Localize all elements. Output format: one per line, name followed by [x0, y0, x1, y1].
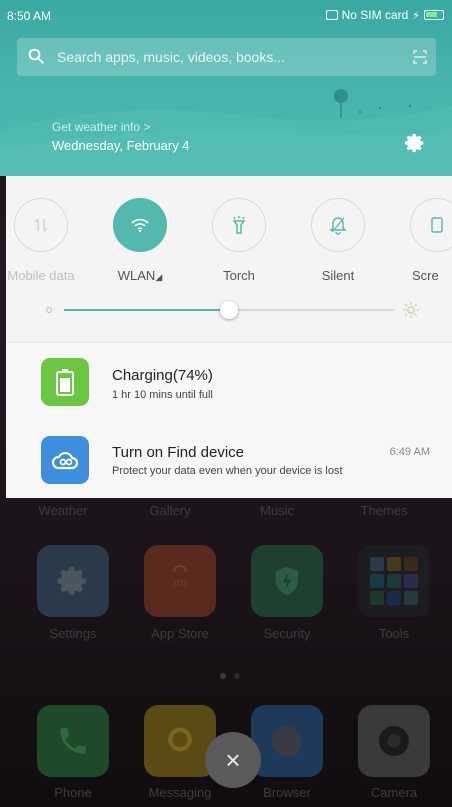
app-label-camera: Camera [370, 785, 418, 800]
notification-time: 6:49 AM [389, 446, 430, 458]
app-label-browser: Browser [263, 785, 311, 800]
status-time: 8:50 AM [7, 9, 52, 23]
notification-shade-header: 8:50 AM No SIM card ⚡ Search apps, music… [0, 0, 452, 176]
store-badge: mi [173, 575, 187, 589]
phone-icon [60, 728, 86, 754]
app-label-phone: Phone [54, 785, 92, 800]
silent-toggle-button[interactable] [311, 198, 365, 252]
brightness-fill [64, 309, 229, 311]
search-icon [28, 48, 44, 64]
date-label: Wednesday, February 4 [52, 138, 190, 153]
browser-icon [272, 726, 302, 756]
app-label-app-store: App Store [151, 626, 209, 641]
app-label-messaging: Messaging [148, 785, 212, 800]
mobile-data-icon [34, 218, 48, 232]
camera-app-icon[interactable] [358, 705, 430, 777]
toggle-label-mobile-data: Mobile data [7, 268, 75, 283]
shield-icon [275, 566, 299, 596]
app-label-weather[interactable]: Weather [18, 503, 108, 518]
close-button[interactable]: × [205, 732, 261, 788]
charging-icon: ⚡ [412, 9, 420, 22]
toggle-silent[interactable]: Silent [293, 198, 383, 283]
toggle-wlan[interactable]: WLAN◢ [95, 198, 185, 283]
toggle-label-torch: Torch [223, 268, 255, 283]
wifi-icon [131, 218, 149, 233]
phone-app-icon[interactable] [37, 705, 109, 777]
battery-icon [56, 369, 74, 396]
screenshot-icon [431, 217, 443, 233]
sim-card-icon [325, 10, 338, 20]
search-placeholder: Search apps, music, videos, books... [57, 49, 285, 65]
camera-icon [379, 726, 409, 756]
torch-toggle-button[interactable] [212, 198, 266, 252]
sim-status-text: No SIM card [341, 8, 409, 22]
weather-info-link[interactable]: Get weather info > [52, 120, 150, 134]
torch-icon [232, 216, 246, 234]
message-icon [168, 727, 192, 752]
brightness-low-icon [46, 307, 52, 313]
folder-icon [370, 557, 418, 605]
battery-level-fill [426, 12, 437, 17]
page-indicator-dot [234, 673, 240, 679]
app-label-settings: Settings [49, 626, 97, 641]
notification-text: 1 hr 10 mins until full [112, 389, 213, 401]
gear-icon [57, 566, 86, 596]
find-device-notification-icon [41, 436, 89, 484]
app-label-music[interactable]: Music [232, 503, 322, 518]
notification-title: Turn on Find device [112, 444, 245, 461]
brightness-slider[interactable] [46, 301, 426, 319]
wlan-toggle-button[interactable] [113, 198, 167, 252]
screenshot-toggle-button[interactable] [410, 198, 452, 252]
notification-text: Protect your data even when your device … [112, 465, 343, 477]
settings-app-icon[interactable] [37, 545, 109, 617]
tools-folder-icon[interactable] [358, 545, 430, 617]
app-label-security: Security [263, 626, 311, 641]
status-bar: 8:50 AM No SIM card ⚡ [0, 0, 452, 32]
toggle-label-silent: Silent [321, 268, 355, 283]
app-label-gallery[interactable]: Gallery [125, 503, 215, 518]
scan-icon[interactable] [412, 49, 428, 65]
bell-icon [329, 217, 347, 235]
wlan-expand-indicator-icon: ◢ [155, 272, 163, 282]
browser-app-icon[interactable] [251, 705, 323, 777]
app-store-app-icon[interactable]: mi [144, 545, 216, 617]
security-app-icon[interactable] [251, 545, 323, 617]
app-label-themes[interactable]: Themes [339, 503, 429, 518]
mobile-data-toggle-button[interactable] [14, 198, 68, 252]
gear-icon[interactable] [404, 132, 426, 154]
battery-icon [424, 10, 444, 20]
app-label-tools: Tools [378, 626, 410, 641]
toggle-label-screenshot: Scre [412, 268, 439, 283]
toggle-screenshot[interactable]: Scre [392, 198, 452, 283]
notification-title: Charging(74%) [112, 367, 213, 384]
quick-settings-panel: Mobile data WLAN◢ Torch Silent Scre [6, 176, 452, 342]
charging-notification-icon [41, 358, 89, 406]
notification-list: Charging(74%) 1 hr 10 mins until full Tu… [6, 342, 452, 498]
notification-charging[interactable]: Charging(74%) 1 hr 10 mins until full [6, 347, 452, 417]
sun-icon [403, 302, 419, 318]
status-indicators: No SIM card ⚡ [325, 8, 444, 22]
notification-find-device[interactable]: Turn on Find device Protect your data ev… [6, 424, 452, 494]
page-indicator-dot [220, 673, 226, 679]
brightness-track[interactable] [64, 301, 394, 319]
toggle-label-wlan: WLAN◢ [117, 268, 163, 283]
toggle-mobile-data[interactable]: Mobile data [6, 198, 86, 283]
brightness-thumb[interactable] [220, 301, 238, 319]
toggle-torch[interactable]: Torch [194, 198, 284, 283]
cloud-icon [51, 451, 79, 470]
